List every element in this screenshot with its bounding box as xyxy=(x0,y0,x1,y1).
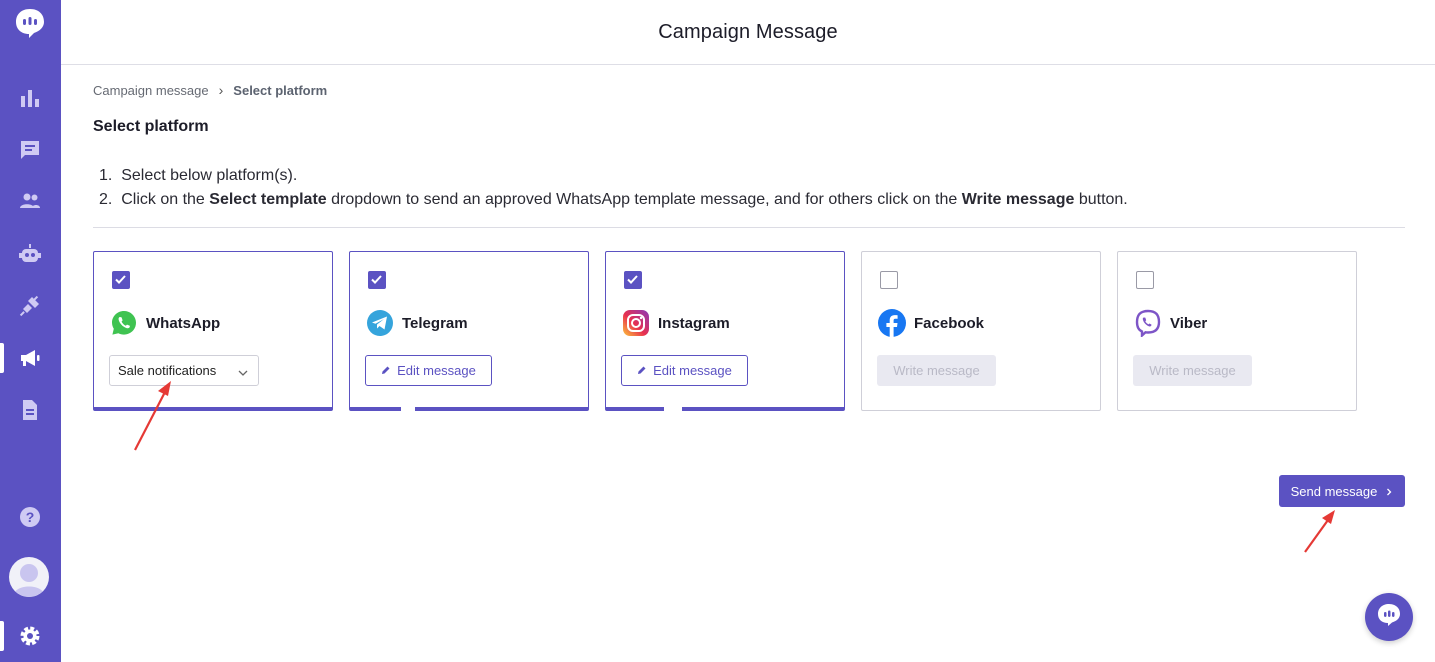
avatar[interactable] xyxy=(9,557,49,597)
pencil-icon xyxy=(637,363,647,378)
send-message-label: Send message xyxy=(1290,483,1378,499)
gear-icon[interactable] xyxy=(16,622,44,650)
viber-checkbox[interactable] xyxy=(1136,271,1154,289)
send-message-button[interactable]: Send message xyxy=(1279,475,1405,507)
template-select-value: Sale notifications xyxy=(118,363,217,378)
template-select[interactable]: Sale notifications xyxy=(109,355,259,386)
pencil-icon xyxy=(381,363,391,378)
top-bar: Campaign Message xyxy=(61,0,1435,65)
viber-label: Viber xyxy=(1170,314,1208,332)
breadcrumb-parent[interactable]: Campaign message xyxy=(93,83,209,98)
svg-text:?: ? xyxy=(26,509,35,525)
platform-card-instagram[interactable]: Instagram Edit message xyxy=(605,251,845,411)
platform-card-whatsapp[interactable]: WhatsApp Sale notifications xyxy=(93,251,333,411)
whatsapp-label: WhatsApp xyxy=(146,314,221,332)
chat-widget-button[interactable] xyxy=(1365,593,1413,641)
help-icon[interactable]: ? xyxy=(16,503,44,531)
instagram-card-notch xyxy=(664,406,682,414)
bot-icon[interactable] xyxy=(16,240,44,268)
whatsapp-platform: WhatsApp xyxy=(110,309,220,337)
facebook-platform: Facebook xyxy=(878,309,984,337)
contacts-icon[interactable] xyxy=(16,187,44,215)
analytics-icon[interactable] xyxy=(16,84,44,112)
chevron-down-icon xyxy=(238,366,248,381)
settings-active-indicator xyxy=(0,621,4,651)
instagram-label: Instagram xyxy=(658,314,730,332)
platform-card-facebook[interactable]: Facebook Write message xyxy=(861,251,1101,411)
telegram-edit-label: Edit message xyxy=(397,363,476,378)
instagram-icon xyxy=(622,309,650,337)
viber-platform: Viber xyxy=(1134,309,1207,337)
facebook-checkbox[interactable] xyxy=(880,271,898,289)
instruction-2: 2. Click on the Select template dropdown… xyxy=(99,191,1128,208)
viber-icon xyxy=(1134,309,1162,337)
chat-logo-icon[interactable] xyxy=(13,6,47,40)
page-title: Campaign Message xyxy=(658,20,838,43)
telegram-card-notch xyxy=(401,406,415,414)
telegram-label: Telegram xyxy=(402,314,468,332)
chat-bubble-icon xyxy=(1376,602,1402,633)
section-title: Select platform xyxy=(93,118,209,135)
facebook-icon xyxy=(878,309,906,337)
templates-icon[interactable] xyxy=(16,396,44,424)
instructions: 1. Select below platform(s). 2. Click on… xyxy=(99,164,1128,212)
divider xyxy=(93,227,1405,228)
sidebar: ? xyxy=(0,0,61,662)
messages-icon[interactable] xyxy=(16,136,44,164)
active-indicator xyxy=(0,343,4,373)
telegram-edit-message-button[interactable]: Edit message xyxy=(365,355,492,386)
breadcrumb-separator-icon: › xyxy=(218,82,224,98)
instagram-checkbox[interactable] xyxy=(624,271,642,289)
telegram-checkbox[interactable] xyxy=(368,271,386,289)
telegram-icon xyxy=(366,309,394,337)
platform-card-telegram[interactable]: Telegram Edit message xyxy=(349,251,589,411)
breadcrumb-current: Select platform xyxy=(233,82,328,98)
chevron-right-icon xyxy=(1385,484,1393,499)
annotation-arrow-send xyxy=(1304,510,1335,553)
facebook-write-message-button[interactable]: Write message xyxy=(877,355,996,386)
instagram-edit-label: Edit message xyxy=(653,363,732,378)
instagram-platform: Instagram xyxy=(622,309,730,337)
facebook-label: Facebook xyxy=(914,314,985,332)
whatsapp-checkbox[interactable] xyxy=(112,271,130,289)
campaign-icon[interactable] xyxy=(16,344,44,372)
platform-card-viber[interactable]: Viber Write message xyxy=(1117,251,1357,411)
instagram-edit-message-button[interactable]: Edit message xyxy=(621,355,748,386)
breadcrumb: Campaign message › Select platform xyxy=(93,82,327,98)
whatsapp-icon xyxy=(110,309,138,337)
telegram-platform: Telegram xyxy=(366,309,468,337)
integrations-icon[interactable] xyxy=(16,292,44,320)
viber-write-message-button[interactable]: Write message xyxy=(1133,355,1252,386)
instruction-1: 1. Select below platform(s). xyxy=(99,167,298,184)
